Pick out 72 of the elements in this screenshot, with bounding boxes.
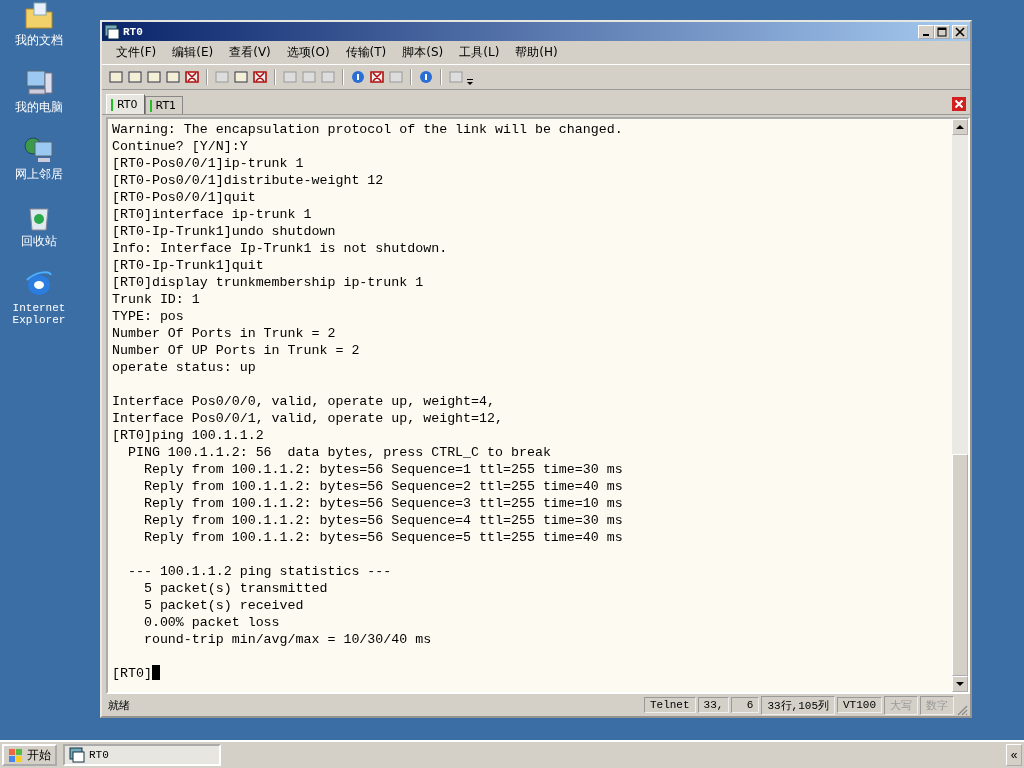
terminal-line: TYPE: pos [112,309,184,324]
status-column: 6 [731,697,760,713]
close-button[interactable] [952,24,968,39]
close-icon [955,26,965,37]
terminal-line: [RT0]display trunkmembership ip-trunk 1 [112,275,424,290]
up-arrow-icon[interactable] [956,124,964,130]
terminal-line: Interface Pos0/0/1, valid, operate up, weight=12, [112,411,503,426]
terminal-line: Number Of Ports in Trunk = 2 [112,326,336,341]
terminal-line: PING 100.1.1.2: 56 data bytes, press CTRL_C to break [126,445,551,460]
menu-item[interactable]: 查看(V) [221,43,279,62]
terminal-line: Continue? [Y/N]:Y [112,139,248,154]
status-row: 33, [697,697,730,713]
minimize-icon [923,33,929,36]
terminal-line: [RT0] [112,666,152,681]
maximize-button[interactable] [934,24,950,39]
menu-item[interactable]: 帮助(H) [507,43,566,62]
window-title: RT0 [123,25,143,38]
maximize-icon [937,26,947,37]
status-protocol: Telnet [643,697,696,713]
minimize-button[interactable] [918,24,934,39]
menu-item[interactable]: 文件(F) [108,43,165,62]
terminal-line: Interface Pos0/0/0, valid, operate up, weight=4, [112,394,495,409]
help-icon[interactable] [418,69,434,85]
disconnect-icon[interactable] [184,69,200,85]
terminal-line: [RT0-Ip-Trunk1]undo shutdown [112,224,336,239]
menu-item[interactable]: 编辑(E) [164,43,222,62]
terminal-line: 0.00% packet loss [142,615,280,630]
down-arrow-icon[interactable] [956,681,964,687]
status-message: 就绪 [107,697,131,713]
terminal-line: Reply from 100.1.1.2: bytes=56 Sequence=3 ttl=255 time=10 ms [142,496,623,511]
terminal-line: Number Of UP Ports in Trunk = 2 [112,343,360,358]
menu-item[interactable]: 工具(L) [451,43,508,62]
terminal-line: round-trip min/avg/max = 10/30/40 ms [142,632,432,647]
status-indicator: 数字 [920,695,954,715]
terminal-line: 5 packet(s) transmitted [142,581,328,596]
session-tab[interactable]: RT0 [106,94,145,114]
menu-item[interactable]: 选项(O) [278,43,338,62]
terminal-line: operate status: up [112,360,256,375]
taskbar-task[interactable]: RT0 [63,744,221,766]
app-window-icon [69,747,85,763]
resize-grip-icon[interactable] [956,704,968,716]
terminal-line: [RT0]ping 100.1.1.2 [112,428,264,443]
terminal-line: Reply from 100.1.1.2: bytes=56 Sequence=4 ttl=255 time=30 ms [142,513,623,528]
menu-item[interactable]: 脚本(S) [394,43,452,62]
terminal-line: 5 packet(s) received [142,598,304,613]
session-tab[interactable]: RT1 [144,96,184,114]
icon-label: 我的电脑 [14,101,64,114]
terminal-line: Info: Interface Ip-Trunk1 is not shutdown. [112,241,448,256]
close-tab-icon[interactable] [952,97,966,111]
terminal-line: Reply from 100.1.1.2: bytes=56 Sequence=1 ttl=255 time=30 ms [142,462,623,477]
start-button[interactable]: 开始 [2,744,57,766]
terminal-line: [RT0]interface ip-trunk 1 [112,207,312,222]
terminal-line: --- 100.1.1.2 ping statistics --- [126,564,392,579]
icon-label: 我的文档 [14,34,64,47]
windows-logo-icon [8,747,24,763]
status-emulation: VT100 [837,697,882,713]
icon-label: 回收站 [20,235,58,248]
terminal-line: [RT0-Ip-Trunk1]quit [112,258,264,273]
icon-label: 网上邻居 [14,168,64,181]
menu-item[interactable]: 传输(T) [337,43,395,62]
terminal-line: [RT0-Pos0/0/1]ip-trunk 1 [112,156,304,171]
app-window-icon [104,23,120,40]
terminal-line: [RT0-Pos0/0/1]distribute-weight 12 [112,173,384,188]
terminal-line: Trunk ID: 1 [112,292,200,307]
terminal-line: [RT0-Pos0/0/1]quit [112,190,256,205]
status-size: 33行,105列 [761,695,835,715]
scrollbar[interactable] [952,119,968,692]
terminal-line: Warning: The encapsulation protocol of the link will be changed. [112,122,623,137]
terminal-line: Reply from 100.1.1.2: bytes=56 Sequence=2 ttl=255 time=40 ms [142,479,623,494]
icon-label: Internet Explorer [11,302,67,326]
tray-expand-button[interactable]: « [1006,744,1022,766]
terminal-line: Reply from 100.1.1.2: bytes=56 Sequence=5 ttl=255 time=40 ms [142,530,623,545]
